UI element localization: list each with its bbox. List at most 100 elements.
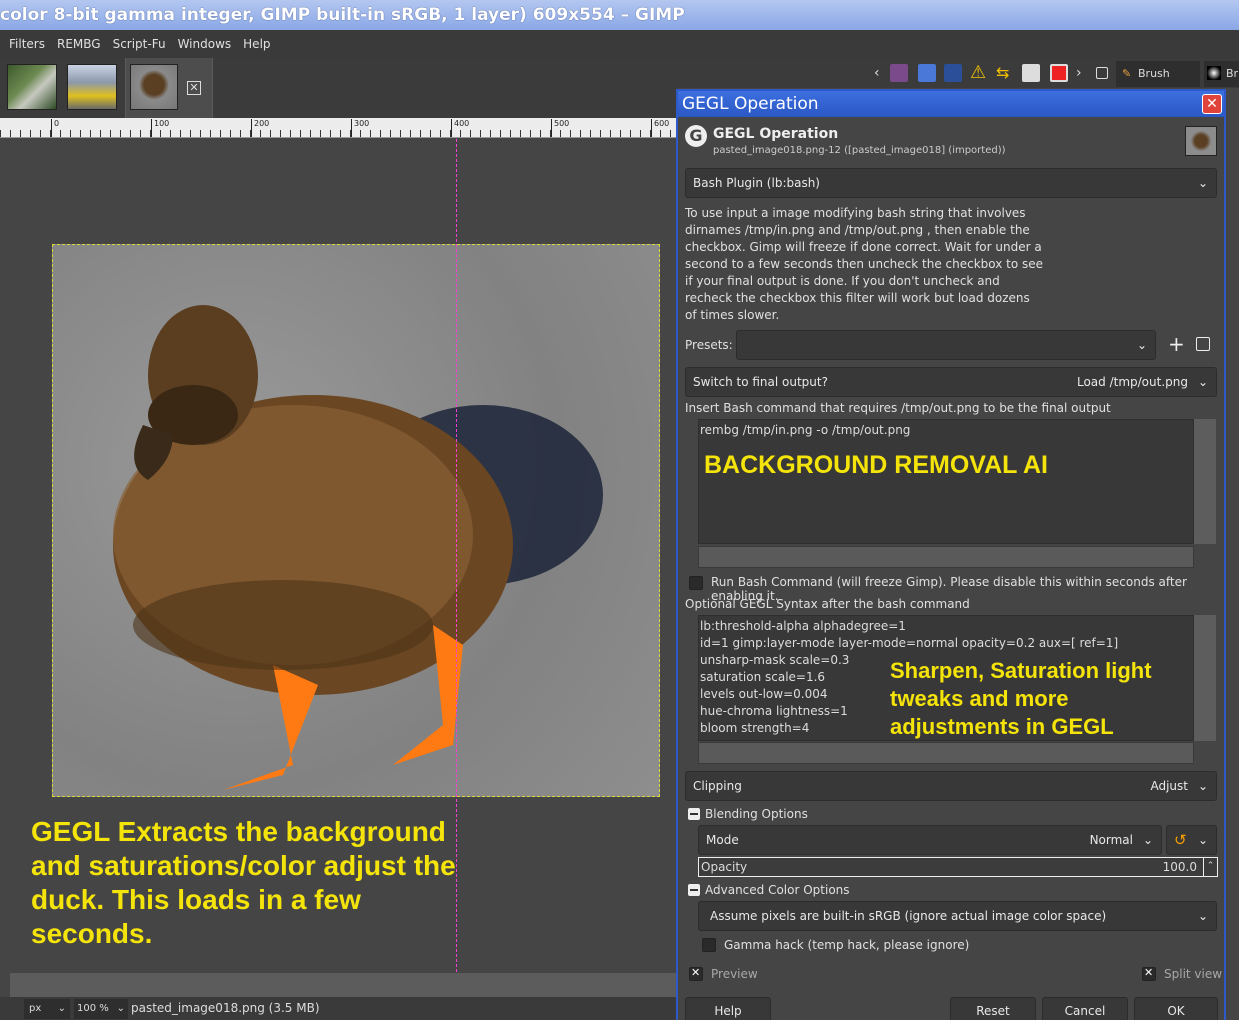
gegl-horizontal-scrollbar[interactable] [698,742,1194,764]
gamma-hack-checkbox[interactable] [702,938,716,952]
configure-tab-icon[interactable] [1096,67,1108,79]
gradient-icon[interactable] [944,64,962,82]
ruler-label: 100 [154,119,170,128]
duck-thumbnail [130,64,178,110]
blending-options-label[interactable]: Blending Options [705,807,808,821]
preview-checkbox[interactable] [689,966,703,981]
close-icon[interactable]: ✕ [1202,94,1222,114]
switch-output-label: Switch to final output? [693,375,828,389]
run-bash-checkbox[interactable] [689,576,703,590]
image-canvas[interactable]: GEGL Extracts the background and saturat… [0,139,678,972]
bash-scrollbar[interactable] [1194,419,1216,544]
ruler-major-tick [151,119,152,137]
switch-output-select[interactable]: Switch to final output? Load /tmp/out.pn… [685,367,1217,397]
dialog-title: GEGL Operation [682,94,819,114]
close-tab-icon[interactable]: ✕ [187,81,201,95]
collapse-icon[interactable] [688,808,700,820]
preset-menu-icon[interactable] [1196,337,1210,351]
mode-select[interactable]: Mode Normal ⌄ [698,825,1162,855]
brush-icon: ✎ [1122,67,1132,80]
collapse-icon[interactable] [688,884,700,896]
chevron-down-icon: ⌄ [1197,833,1208,847]
advanced-color-label[interactable]: Advanced Color Options [705,883,850,897]
ruler-major-tick [451,119,452,137]
window-title-bar: color 8-bit gamma integer, GIMP built-in… [0,0,1239,30]
gegl-annotation: Sharpen, Saturation light tweaks and mor… [890,658,1152,739]
chevron-down-icon: ⌄ [116,1003,125,1014]
menu-help[interactable]: Help [243,37,270,51]
menu-filters[interactable]: Filters [9,37,45,51]
mode-value: Normal [1089,833,1133,847]
layer-thumbnail [1185,126,1217,156]
opacity-slider[interactable]: Opacity 100.0 ⌃ [698,857,1218,877]
menu-rembg[interactable]: REMBG [57,37,101,51]
help-button[interactable]: Help [685,997,771,1020]
bash-command-input[interactable]: rembg /tmp/in.png -o /tmp/out.png [698,419,1194,544]
spin-arrows-icon[interactable]: ⌃ [1203,858,1217,876]
image-tab-thumbnail[interactable] [7,64,57,110]
gegl-line: id=1 gimp:layer-mode layer-mode=normal o… [700,636,1119,650]
operation-select[interactable]: Bash Plugin (lb:bash) ⌄ [685,168,1217,198]
opacity-value: 100.0 [1162,860,1197,874]
menu-script-fu[interactable]: Script-Fu [113,37,166,51]
colorspace-select[interactable]: Assume pixels are built-in sRGB (ignore … [698,901,1217,931]
switch-output-value: Load /tmp/out.png [1076,375,1188,389]
window-title: color 8-bit gamma integer, GIMP built-in… [0,5,685,25]
menu-bar: Filters REMBG Script-Fu Windows Help [0,30,1239,58]
gegl-line: lb:threshold-alpha alphadegree=1 [700,619,906,633]
dialog-title-bar[interactable]: GEGL Operation ✕ [678,91,1224,117]
chevron-down-icon: ⌄ [1136,338,1147,352]
bash-command-label: Insert Bash command that requires /tmp/o… [685,401,1111,415]
ok-button[interactable]: OK [1134,997,1218,1020]
reset-button[interactable]: Reset [950,997,1036,1020]
zoom-value: 100 % [77,1003,109,1014]
chevron-down-icon: ⌄ [1197,779,1208,793]
images-icon[interactable] [1022,64,1040,82]
opacity-label: Opacity [701,860,748,874]
brushes-tab[interactable]: Br [1204,61,1239,87]
ruler-major-tick [351,119,352,137]
split-view-checkbox[interactable] [1142,966,1156,981]
pattern-icon[interactable] [918,64,936,82]
unit-value: px [29,1003,42,1014]
presets-select[interactable]: ⌄ [736,330,1156,360]
colors-icon[interactable] [1050,64,1068,82]
dialog-header-subtitle: pasted_image018.png-12 ([pasted_image018… [713,145,1006,156]
horizontal-scrollbar[interactable] [10,973,678,997]
duck-illustration [113,305,603,790]
image-tab-active[interactable]: ✕ [125,58,213,118]
unit-select[interactable]: px ⌄ [24,999,70,1019]
chevron-right-icon[interactable]: › [1076,64,1094,82]
warning-icon[interactable]: ⚠ [970,64,988,82]
ruler-label: 500 [554,119,570,128]
chevron-down-icon: ⌄ [1197,909,1208,923]
image-tab-thumbnail[interactable] [67,64,117,110]
gamma-hack-label: Gamma hack (temp hack, please ignore) [724,938,970,952]
brush-editor-tab[interactable]: ✎ Brush Editor [1116,61,1200,106]
image-tabs: ✕ [0,58,678,118]
duck-photo[interactable] [52,244,660,797]
chevron-down-icon: ⌄ [1142,833,1153,847]
undo-history-icon[interactable]: ⇆ [996,64,1014,82]
ruler-label: 600 [654,119,670,128]
composite-select[interactable]: ↺ ⌄ [1166,825,1217,855]
horizontal-ruler[interactable]: 0 100 200 300 400 500 600 [0,118,678,138]
clipping-value: Adjust [1150,779,1188,793]
mode-label: Mode [706,833,739,847]
gegl-scrollbar[interactable] [1194,615,1216,741]
menu-windows[interactable]: Windows [178,37,232,51]
gegl-operation-dialog: GEGL Operation ✕ G GEGL Operation pasted… [676,89,1226,1020]
bash-horizontal-scrollbar[interactable] [698,546,1194,568]
presets-label: Presets: [685,338,733,352]
split-view-label: Split view [1164,967,1223,981]
paint-dynamics-icon[interactable] [890,64,908,82]
clipping-select[interactable]: Clipping Adjust ⌄ [685,771,1217,801]
canvas-annotation: GEGL Extracts the background and saturat… [31,816,456,949]
gegl-logo-icon: G [685,125,707,147]
preview-label: Preview [711,967,758,981]
zoom-select[interactable]: 100 % ⌄ [74,999,128,1019]
ruler-major-tick [551,119,552,137]
cancel-button[interactable]: Cancel [1042,997,1128,1020]
add-preset-icon[interactable]: + [1168,333,1185,355]
brushes-tab-label: Br [1226,67,1239,80]
